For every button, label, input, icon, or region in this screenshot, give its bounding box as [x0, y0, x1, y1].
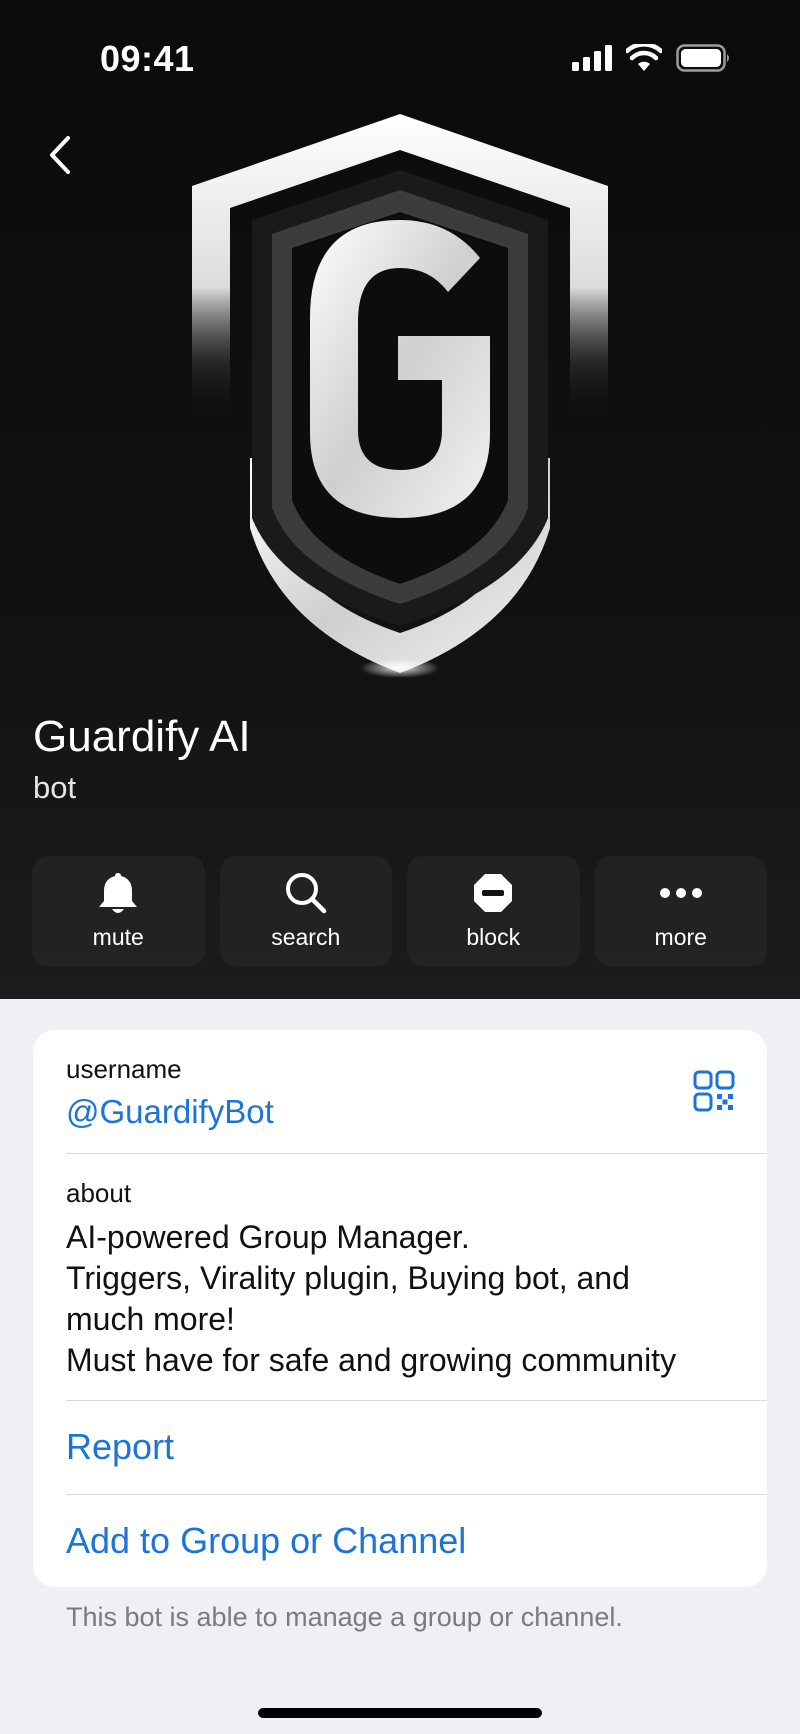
profile-header: 09:41 Guardify AI bot mute search block …	[0, 0, 800, 999]
more-button[interactable]: more	[594, 856, 767, 966]
search-button[interactable]: search	[219, 856, 392, 966]
search-icon	[285, 873, 326, 914]
divider	[66, 1400, 767, 1401]
about-line: AI-powered Group Manager.	[66, 1219, 470, 1255]
status-icons	[572, 44, 732, 72]
username-label: username	[66, 1054, 182, 1084]
about-label: about	[66, 1178, 132, 1208]
guardify-logo	[192, 114, 608, 678]
about-line: Must have for safe and growing community	[66, 1342, 677, 1378]
qr-code-icon	[693, 1070, 735, 1112]
block-icon	[474, 874, 513, 912]
chevron-left-icon	[50, 136, 70, 174]
home-indicator[interactable]	[258, 1708, 542, 1718]
profile-subtitle: bot	[33, 770, 77, 805]
profile-name: Guardify AI	[33, 712, 251, 761]
info-card: username @GuardifyBot about AI-powered G…	[33, 1030, 767, 1587]
qr-code-button[interactable]	[693, 1070, 735, 1117]
battery-icon	[676, 44, 729, 72]
action-bar: mute search block more	[32, 856, 767, 966]
about-line: Triggers, Virality plugin, Buying bot, a…	[66, 1260, 630, 1296]
block-button[interactable]: block	[407, 856, 580, 966]
about-text: AI-powered Group Manager. Triggers, Vira…	[66, 1217, 767, 1381]
divider	[66, 1153, 767, 1154]
about-row: about AI-powered Group Manager. Triggers…	[66, 1178, 767, 1381]
divider	[66, 1494, 767, 1495]
wifi-icon	[626, 44, 662, 71]
add-to-group-button[interactable]: Add to Group or Channel	[66, 1520, 767, 1562]
more-icon	[659, 888, 702, 898]
cellular-signal-icon	[572, 45, 612, 71]
search-label: search	[271, 924, 341, 950]
status-bar: 09:41	[0, 0, 800, 110]
bell-icon	[99, 873, 138, 913]
username-value[interactable]: @GuardifyBot	[66, 1093, 767, 1131]
block-label: block	[466, 924, 521, 950]
more-label: more	[654, 924, 707, 950]
footer-note: This bot is able to manage a group or ch…	[66, 1602, 623, 1632]
about-line: much more!	[66, 1301, 235, 1337]
mute-label: mute	[92, 924, 144, 950]
report-button[interactable]: Report	[66, 1426, 767, 1468]
back-button[interactable]	[40, 130, 80, 180]
status-time: 09:41	[100, 38, 195, 79]
username-row[interactable]: username @GuardifyBot	[66, 1054, 767, 1131]
mute-button[interactable]: mute	[32, 856, 205, 966]
